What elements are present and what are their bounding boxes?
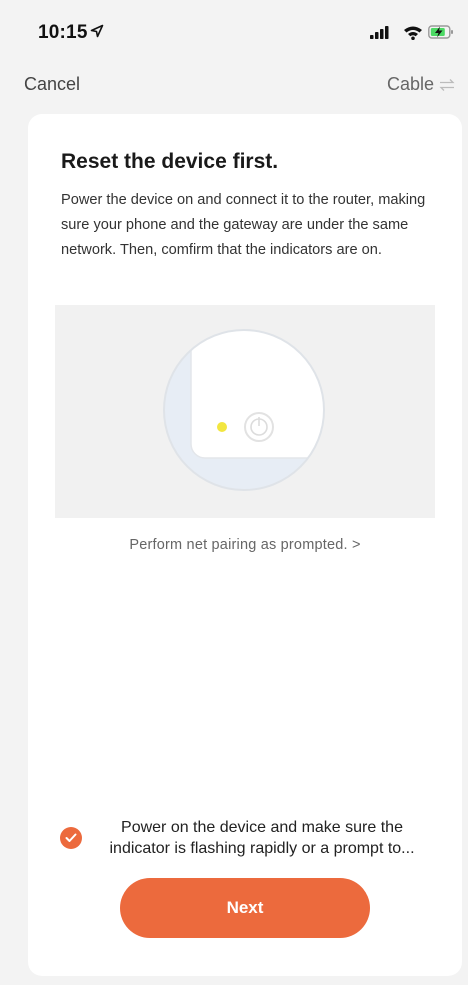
device-illustration [55, 305, 435, 518]
device-indicator-image [163, 329, 325, 491]
confirm-text: Power on the device and make sure the in… [109, 819, 415, 857]
wifi-icon [404, 26, 422, 40]
confirm-checkbox[interactable] [60, 827, 82, 849]
net-pairing-link[interactable]: Perform net pairing as prompted. > [28, 537, 462, 553]
indicator-light [217, 422, 227, 432]
next-button[interactable]: Next [120, 878, 370, 938]
cancel-button[interactable]: Cancel [24, 74, 80, 95]
status-time: 10:15 [38, 22, 88, 43]
status-bar: 10:15 [0, 0, 468, 62]
cable-label: Cable [386, 74, 434, 94]
cable-mode-button[interactable]: Cable [387, 74, 456, 95]
status-icons [370, 25, 453, 40]
switch-arrows-icon [439, 78, 455, 91]
cellular-signal-icon [370, 26, 389, 39]
instruction-text: Power the device on and connect it to th… [61, 192, 426, 258]
location-arrow-icon [90, 24, 104, 38]
page-title: Reset the device first. [61, 150, 279, 173]
confirm-row[interactable]: Power on the device and make sure the in… [60, 817, 440, 861]
instruction-card: Reset the device first. Power the device… [28, 114, 462, 976]
nav-bar: Cancel Cable [0, 62, 468, 108]
checkmark-icon [65, 833, 77, 842]
battery-charging-icon [428, 25, 453, 39]
